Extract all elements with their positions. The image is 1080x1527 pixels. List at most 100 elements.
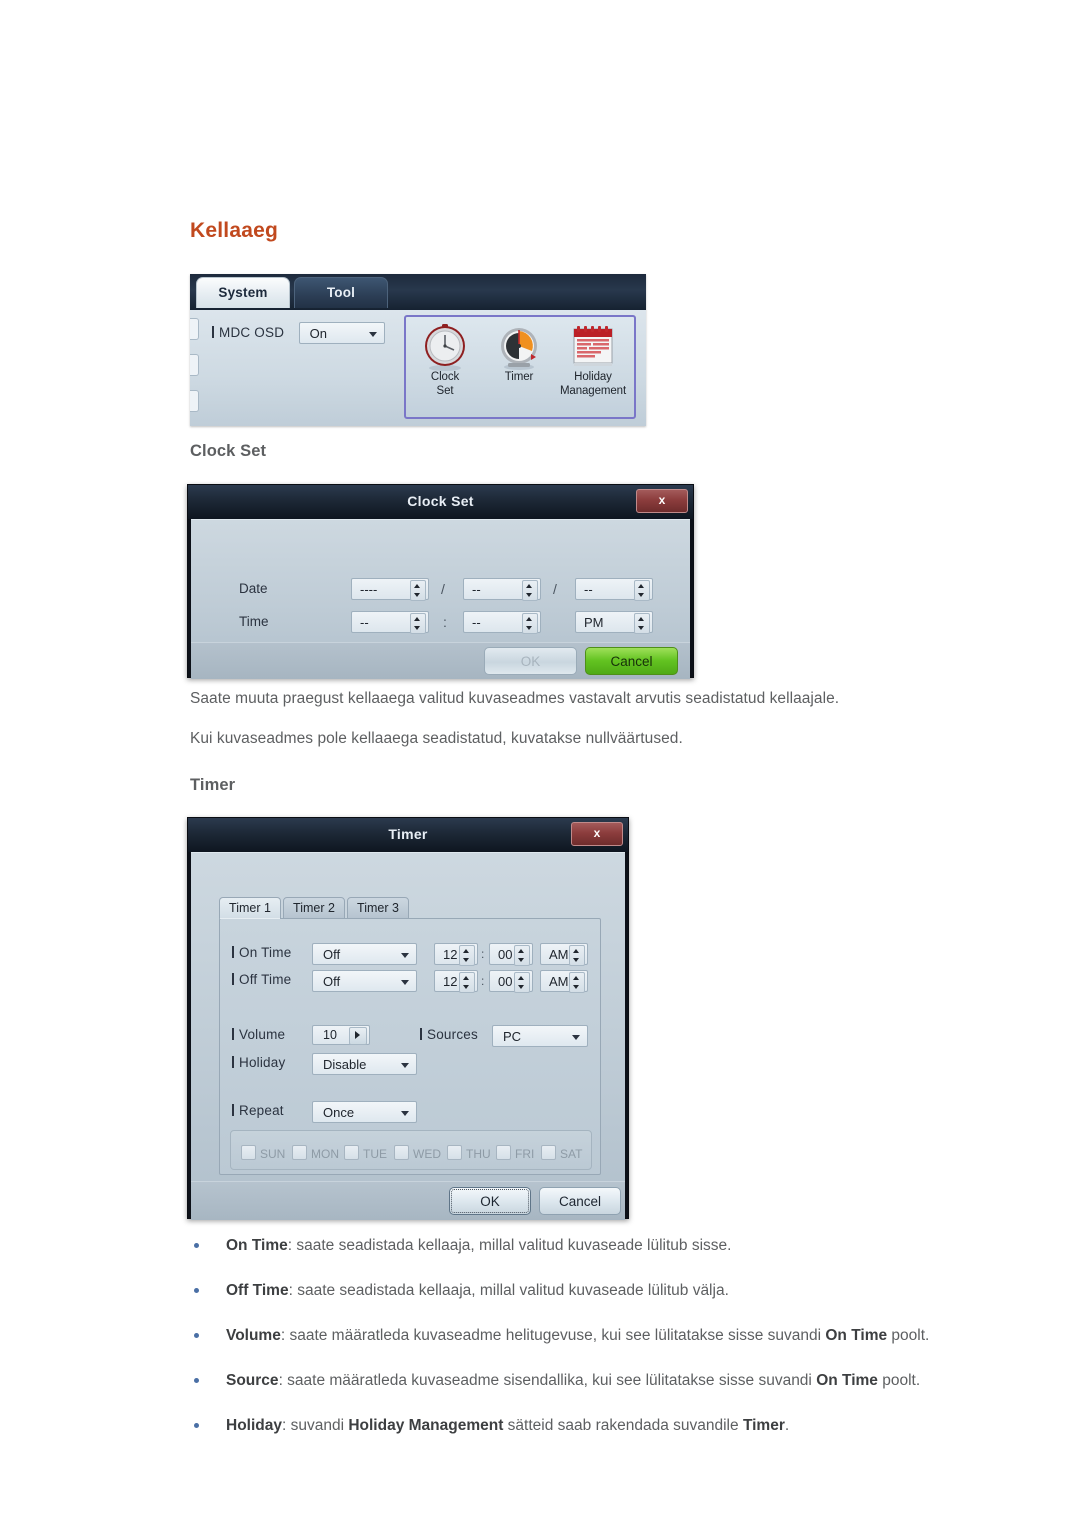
clock-set-icon (408, 321, 482, 371)
bullet-term: Off Time (226, 1282, 289, 1299)
close-icon[interactable]: x (571, 822, 623, 846)
day-checkbox-thu[interactable]: THU (447, 1145, 491, 1161)
bullet-text-2: poolt. (877, 1372, 921, 1389)
tab-tool[interactable]: Tool (294, 277, 388, 308)
bullet-text: : saate määratleda kuvaseadme sisendalli… (278, 1372, 817, 1389)
bullet-text: : suvandi (281, 1417, 349, 1434)
checkbox-icon[interactable] (241, 1145, 256, 1160)
timer-ok-button[interactable]: OK (449, 1187, 531, 1215)
spinner-arrows-icon[interactable] (410, 580, 426, 601)
timer-cancel-button[interactable]: Cancel (539, 1187, 621, 1215)
clock-set-ok-button[interactable]: OK (484, 647, 577, 675)
mdc-osd-value: On (309, 326, 327, 341)
spinner-arrows-icon[interactable] (459, 945, 475, 966)
day-checkbox-mon[interactable]: MON (292, 1145, 339, 1161)
spinner-arrows-icon[interactable] (634, 580, 650, 601)
day-label-wed: WED (413, 1147, 441, 1161)
date-month-spinner[interactable]: -- (463, 578, 541, 601)
day-checkbox-fri[interactable]: FRI (496, 1145, 534, 1161)
clock-set-caption-2: Set (436, 384, 454, 397)
sources-dropdown[interactable]: PC (492, 1025, 588, 1047)
time-meridiem-value: PM (584, 615, 604, 630)
clock-set-dialog: Clock Set x Date ---- / -- / -- Time -- … (187, 484, 694, 679)
mdc-osd-setting-row: MDC OSD On (212, 322, 385, 348)
holiday-value: Disable (323, 1057, 367, 1072)
mdc-system-panel: System Tool MDC OSD On Clock Set Timer H… (190, 274, 646, 426)
on-time-minute-spinner[interactable]: 00 (489, 943, 533, 966)
timer-button[interactable]: Timer (482, 321, 556, 385)
holiday-management-button[interactable]: Holiday Management (556, 321, 630, 398)
repeat-dropdown[interactable]: Once (312, 1101, 417, 1123)
spinner-arrows-icon[interactable] (514, 972, 530, 993)
bullet-term-2: Holiday Management (348, 1417, 504, 1434)
tab-timer-1[interactable]: Timer 1 (219, 897, 281, 919)
clock-set-button[interactable]: Clock Set (408, 321, 482, 398)
on-time-meridiem-spinner[interactable]: AM (540, 943, 588, 966)
checkbox-icon[interactable] (292, 1145, 307, 1160)
bullet-text-2: poolt. (887, 1327, 930, 1344)
day-label-sun: SUN (260, 1147, 286, 1161)
spinner-arrows-icon[interactable] (522, 613, 538, 634)
date-separator-1: / (441, 581, 445, 597)
spinner-arrows-icon[interactable] (514, 945, 530, 966)
spinner-arrows-icon[interactable] (410, 613, 426, 634)
sources-label: Sources (420, 1024, 478, 1046)
checkbox-icon[interactable] (496, 1145, 511, 1160)
panel-left-item (190, 318, 199, 340)
weekday-group: SUN MON TUE WED THU FRI SAT (230, 1130, 592, 1170)
system-panel-body: MDC OSD On Clock Set Timer Holiday Manag… (190, 310, 646, 426)
tab-system[interactable]: System (196, 277, 290, 308)
list-item: Volume: saate määratleda kuvaseadme heli… (190, 1323, 1040, 1349)
checkbox-icon[interactable] (447, 1145, 462, 1160)
spinner-arrows-icon[interactable] (569, 972, 585, 993)
stepper-next-icon[interactable] (349, 1027, 367, 1045)
time-hour-spinner[interactable]: -- (351, 611, 429, 634)
volume-stepper[interactable]: 10 (312, 1025, 370, 1045)
tab-timer-2[interactable]: Timer 2 (283, 897, 345, 919)
checkbox-icon[interactable] (344, 1145, 359, 1160)
on-time-hour-spinner[interactable]: 12 (434, 943, 478, 966)
spinner-arrows-icon[interactable] (522, 580, 538, 601)
on-time-state-dropdown[interactable]: Off (312, 943, 417, 965)
bullet-term-3: Timer (742, 1417, 785, 1434)
off-time-label: Off Time (232, 969, 291, 991)
tab-timer-3[interactable]: Timer 3 (347, 897, 409, 919)
day-checkbox-wed[interactable]: WED (394, 1145, 441, 1161)
sources-value: PC (503, 1029, 522, 1044)
day-checkbox-sun[interactable]: SUN (241, 1145, 285, 1161)
mdc-osd-dropdown[interactable]: On (298, 322, 385, 344)
timer-caption-1: Timer (504, 371, 534, 383)
checkbox-icon[interactable] (394, 1145, 409, 1160)
off-time-state-dropdown[interactable]: Off (312, 970, 417, 992)
holiday-caption-1: Holiday (574, 371, 612, 383)
clock-set-content: Date ---- / -- / -- Time -- : -- PM OK C… (191, 519, 690, 679)
repeat-label-text: Repeat (232, 1100, 284, 1122)
close-icon[interactable]: x (636, 489, 688, 513)
day-checkbox-tue[interactable]: TUE (344, 1145, 387, 1161)
date-day-spinner[interactable]: -- (575, 578, 653, 601)
time-minute-spinner[interactable]: -- (463, 611, 541, 634)
off-time-meridiem-spinner[interactable]: AM (540, 970, 588, 993)
checkbox-icon[interactable] (541, 1145, 556, 1160)
off-time-hour-spinner[interactable]: 12 (434, 970, 478, 993)
day-checkbox-sat[interactable]: SAT (541, 1145, 582, 1161)
page-title: Kellaaeg (190, 219, 278, 242)
off-time-minute-spinner[interactable]: 00 (489, 970, 533, 993)
clock-set-cancel-button[interactable]: Cancel (585, 647, 678, 675)
spinner-arrows-icon[interactable] (569, 945, 585, 966)
time-label: Time (239, 614, 269, 629)
clock-set-title: Clock Set (407, 493, 474, 509)
spinner-arrows-icon[interactable] (634, 613, 650, 634)
on-time-minute-value: 00 (498, 947, 513, 962)
off-time-label-text: Off Time (232, 969, 291, 991)
bullet-text: : saate seadistada kellaaja, millal vali… (287, 1237, 732, 1254)
day-label-thu: THU (466, 1147, 491, 1161)
volume-value: 10 (323, 1028, 337, 1042)
off-time-hour-value: 12 (443, 974, 458, 989)
time-meridiem-spinner[interactable]: PM (575, 611, 653, 634)
date-year-spinner[interactable]: ---- (351, 578, 429, 601)
spinner-arrows-icon[interactable] (459, 972, 475, 993)
holiday-dropdown[interactable]: Disable (312, 1053, 417, 1075)
day-label-tue: TUE (363, 1147, 387, 1161)
panel-left-item (190, 390, 199, 412)
